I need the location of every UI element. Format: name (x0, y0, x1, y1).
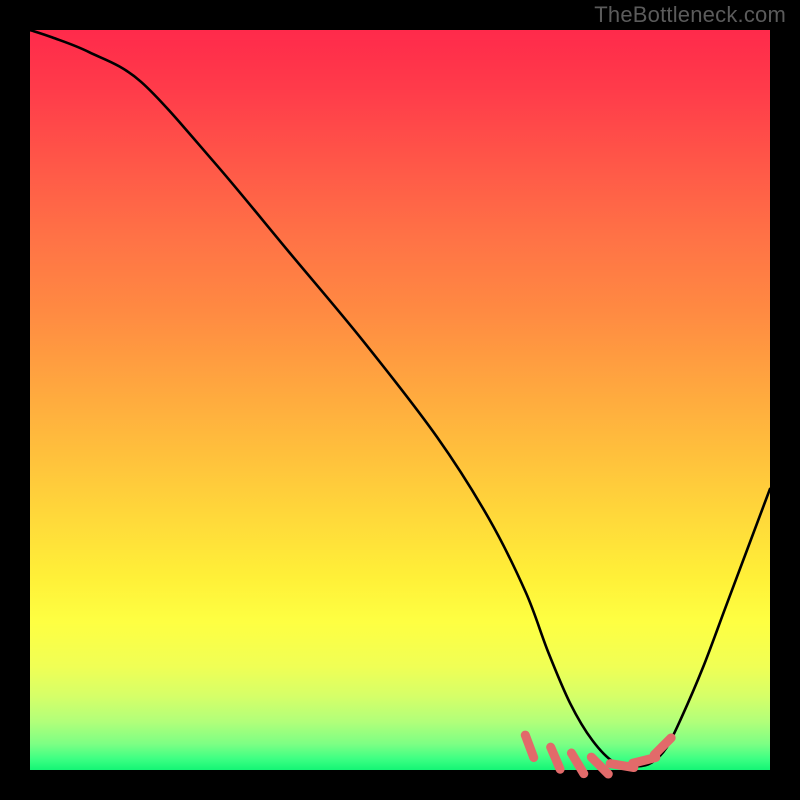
chart-stage: TheBottleneck.com (0, 0, 800, 800)
plot-background (30, 30, 770, 770)
bottleneck-chart (0, 0, 800, 800)
